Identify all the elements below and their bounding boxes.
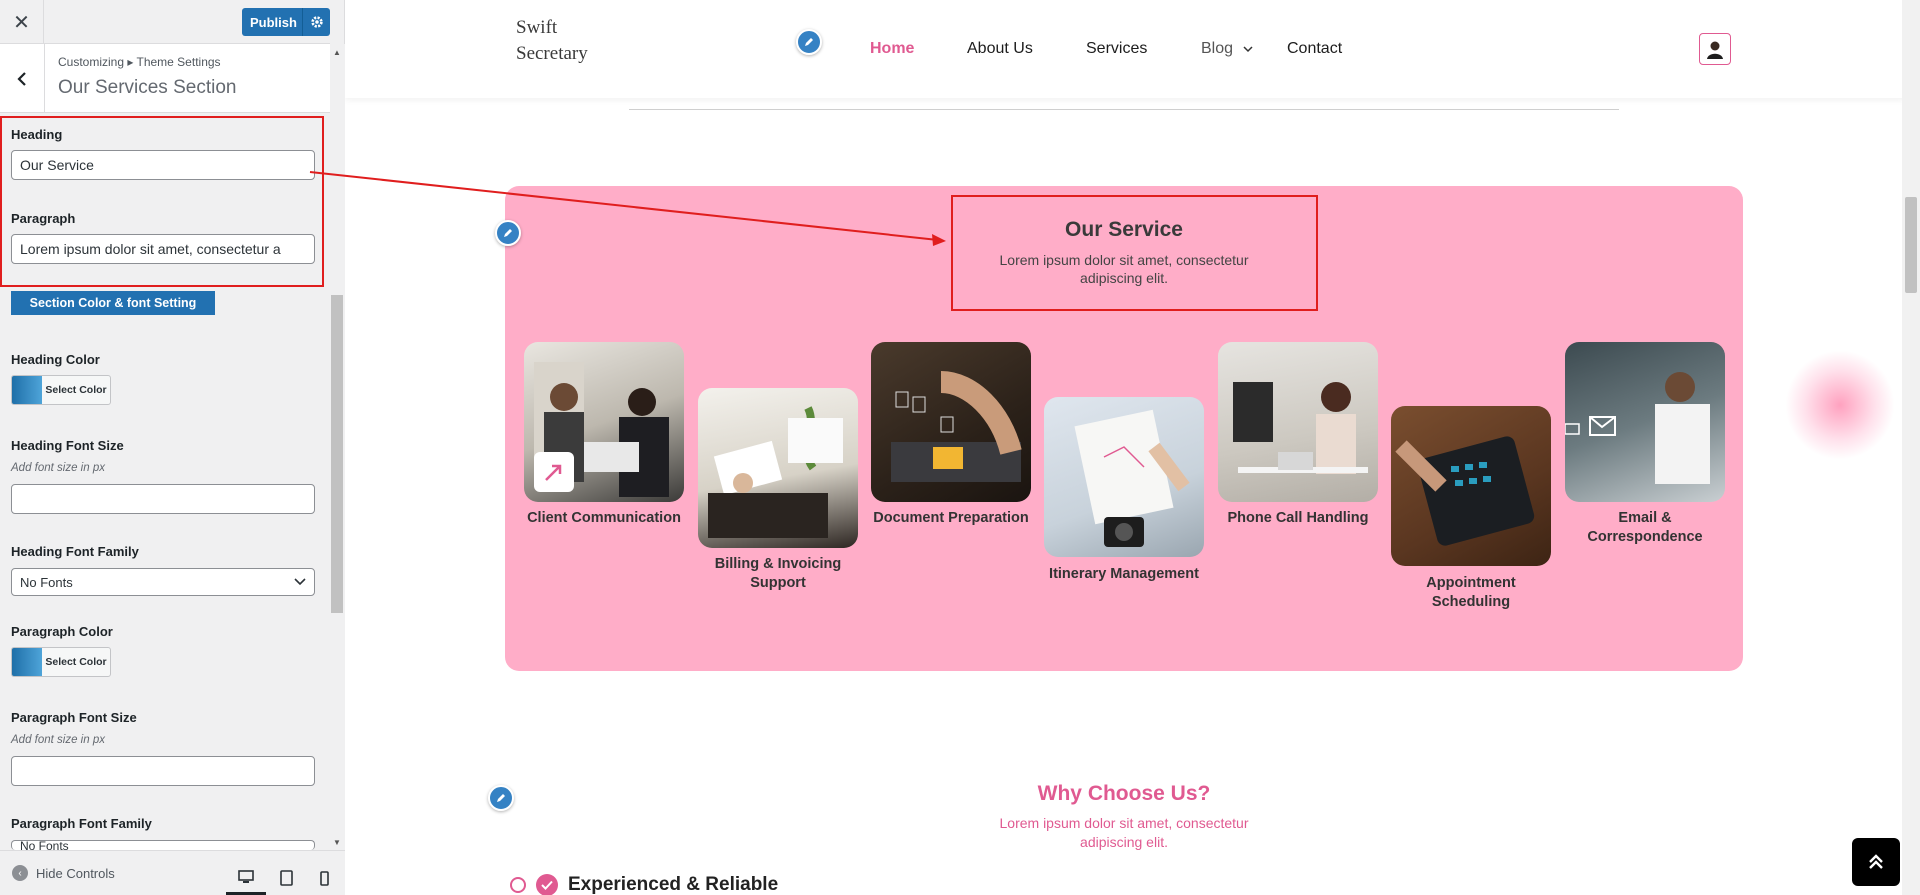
color-swatch [12, 648, 42, 676]
why-choose-paragraph: Lorem ipsum dolor sit amet, consectetur … [999, 815, 1249, 850]
service-image-phone-call[interactable] [1218, 342, 1378, 502]
user-avatar-icon[interactable] [1699, 33, 1731, 65]
double-chevron-up-icon [1869, 854, 1883, 869]
section-setting-button[interactable]: Section Color & font Setting [11, 291, 215, 315]
service-image-document-preparation[interactable] [871, 342, 1031, 502]
service-label: Appointment Scheduling [1426, 575, 1516, 610]
nav-blog-label: Blog [1201, 40, 1234, 57]
nav-home[interactable]: Home [870, 40, 914, 58]
nav-contact[interactable]: Contact [1287, 40, 1342, 58]
arrow-left-icon: ‹ [12, 865, 28, 881]
service-image-email[interactable] [1565, 342, 1725, 502]
service-label: Email & Correspondence [1587, 510, 1703, 545]
logo-line-2: Secretary [516, 43, 588, 64]
scroll-down-icon[interactable]: ▼ [333, 838, 341, 847]
select-color-label: Select Color [45, 384, 107, 396]
highlight-box [951, 195, 1318, 311]
paragraph-font-size-input[interactable] [11, 756, 315, 786]
site-header: Swift Secretary Home About Us Services B… [345, 0, 1905, 98]
section-header: Customizing ▸ Theme Settings Our Service… [0, 44, 330, 113]
mobile-preview-icon[interactable] [304, 861, 344, 895]
edit-pencil-icon[interactable] [796, 29, 822, 55]
tablet-preview-icon[interactable] [266, 861, 306, 895]
why-item: Experienced & Reliable [510, 874, 778, 895]
site-preview: Swift Secretary Home About Us Services B… [345, 0, 1920, 895]
service-label: Phone Call Handling [1227, 510, 1369, 526]
heading-font-size-label: Heading Font Size [11, 438, 124, 453]
service-image-itinerary[interactable] [1044, 397, 1204, 557]
paragraph-font-family-select[interactable]: No Fonts [11, 840, 315, 850]
heading-font-size-desc: Add font size in px [11, 462, 105, 474]
nav-services[interactable]: Services [1086, 40, 1147, 58]
close-icon[interactable]: ✕ [0, 0, 44, 44]
desktop-preview-icon[interactable] [226, 861, 266, 895]
why-choose-title: Why Choose Us? [1037, 782, 1211, 805]
site-logo[interactable]: Swift Secretary [516, 15, 636, 67]
preview-scroll-thumb[interactable] [1905, 197, 1917, 293]
decorative-glow [1785, 350, 1895, 460]
paragraph-font-family-label: Paragraph Font Family [11, 816, 152, 831]
chevron-down-icon [294, 578, 306, 586]
sidebar-scroll-thumb[interactable] [331, 295, 343, 613]
hide-controls-button[interactable]: ‹ Hide Controls [12, 865, 115, 881]
customizer-sidebar: ✕ Publish Customizing ▸ Theme Settings O… [0, 0, 345, 895]
paragraph-color-button[interactable]: Select Color [11, 647, 111, 677]
breadcrumb: Customizing ▸ Theme Settings [58, 55, 221, 69]
publish-button[interactable]: Publish [242, 8, 330, 36]
preview-scrollbar[interactable] [1902, 0, 1920, 895]
color-swatch [12, 376, 42, 404]
service-image-client-communication[interactable] [524, 342, 684, 502]
logo-line-1: Swift [516, 17, 558, 38]
hide-controls-label: Hide Controls [36, 865, 115, 881]
paragraph-font-size-desc: Add font size in px [11, 734, 105, 746]
chevron-left-icon [17, 71, 26, 86]
paragraph-font-size-label: Paragraph Font Size [11, 710, 137, 725]
service-label: Billing & Invoicing Support [714, 556, 842, 591]
service-image-billing[interactable] [698, 388, 858, 548]
heading-font-family-select[interactable]: No Fonts [11, 568, 315, 596]
service-label: Document Preparation [873, 510, 1029, 526]
customizer-topbar: ✕ Publish [0, 0, 330, 44]
customizer-footer: ‹ Hide Controls [0, 850, 345, 895]
heading-font-family-label: Heading Font Family [11, 544, 139, 559]
publish-label: Publish [250, 14, 297, 30]
nav-blog[interactable]: Blog [1201, 40, 1254, 58]
heading-font-size-input[interactable] [11, 484, 315, 514]
heading-color-button[interactable]: Select Color [11, 375, 111, 405]
service-label: Client Communication [527, 510, 681, 526]
scroll-to-top-button[interactable] [1852, 838, 1900, 886]
gear-icon[interactable] [302, 8, 330, 36]
service-image-appointment[interactable] [1391, 406, 1551, 566]
select-color-label: Select Color [45, 656, 107, 668]
paragraph-color-label: Paragraph Color [11, 624, 113, 639]
heading-color-label: Heading Color [11, 352, 100, 367]
back-button[interactable] [0, 44, 45, 113]
heading-font-family-value: No Fonts [20, 574, 73, 590]
service-label: Itinerary Management [1049, 566, 1199, 582]
nav-about[interactable]: About Us [967, 40, 1033, 58]
radio-icon [510, 877, 526, 893]
section-title: Our Services Section [58, 77, 237, 98]
paragraph-font-family-value: No Fonts [20, 840, 69, 850]
highlight-box [0, 116, 324, 287]
why-item-label: Experienced & Reliable [568, 874, 779, 895]
scroll-up-icon[interactable]: ▲ [333, 48, 341, 57]
chevron-down-icon [1243, 46, 1254, 53]
check-icon [536, 874, 558, 895]
divider [629, 109, 1619, 110]
